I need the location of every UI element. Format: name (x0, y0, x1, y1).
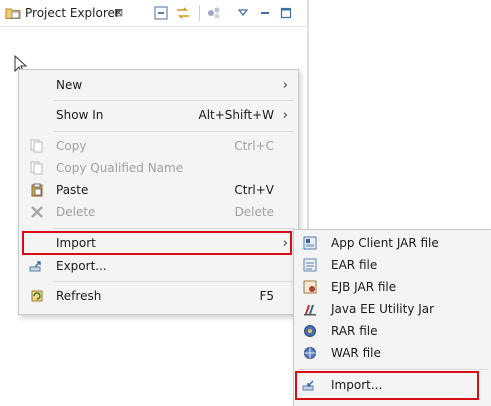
maximize-icon[interactable] (277, 4, 295, 22)
menu-item-label: EAR file (331, 258, 378, 272)
menu-item-export[interactable]: Export... (19, 255, 298, 277)
delete-icon (29, 204, 45, 220)
menu-item-label: Java EE Utility Jar (331, 302, 435, 316)
menu-item-copy-qualified-name[interactable]: Copy Qualified Name (19, 157, 298, 179)
menu-item-shortcut: Delete (234, 205, 274, 219)
import-highlight-box (22, 231, 292, 255)
submenu-item-java-ee-utility-jar[interactable]: Java EE Utility Jar (294, 298, 491, 320)
rar-file-icon (302, 323, 318, 339)
menu-item-label: New (56, 78, 83, 92)
menu-item-label: Refresh (56, 289, 102, 303)
menu-separator (53, 100, 294, 101)
menu-item-label: Export... (56, 259, 107, 273)
link-with-editor-icon[interactable] (174, 4, 192, 22)
tab-label: Project Explorer (25, 6, 120, 20)
folder-icon (5, 5, 21, 21)
minimize-icon[interactable] (256, 4, 274, 22)
submenu-item-war-file[interactable]: WAR file (294, 342, 491, 364)
menu-item-shortcut: Ctrl+C (234, 139, 274, 153)
war-file-icon (302, 345, 318, 361)
menu-separator (53, 281, 294, 282)
submenu-item-ear-file[interactable]: EAR file (294, 254, 491, 276)
menu-item-shortcut: Ctrl+V (234, 183, 274, 197)
menu-separator (53, 228, 294, 229)
import-wizard-highlight-box (295, 371, 479, 400)
collapse-all-icon[interactable] (152, 4, 170, 22)
context-menu: New › Show In Alt+Shift+W › Copy Ctrl+C … (18, 69, 299, 315)
menu-separator (53, 131, 294, 132)
chevron-right-icon: › (282, 77, 288, 93)
copy-qualified-icon (29, 160, 45, 176)
menu-item-label: WAR file (331, 346, 381, 360)
menu-item-delete[interactable]: Delete Delete (19, 201, 298, 223)
copy-icon (29, 138, 45, 154)
app-client-jar-icon (302, 235, 318, 251)
menu-item-label: Copy Qualified Name (56, 161, 184, 175)
menu-item-label: Paste (56, 183, 89, 197)
menu-item-label: Copy (56, 139, 87, 153)
paste-icon (29, 182, 45, 198)
menu-item-refresh[interactable]: Refresh F5 (19, 285, 298, 307)
menu-item-show-in[interactable]: Show In Alt+Shift+W › (19, 104, 298, 126)
view-tab-bar: Project Explorer ⊠ (0, 0, 307, 27)
ejb-jar-icon (302, 279, 318, 295)
submenu-item-ejb-jar-file[interactable]: EJB JAR file (294, 276, 491, 298)
filter-icon[interactable] (205, 4, 223, 22)
view-menu-icon[interactable] (234, 4, 252, 22)
menu-item-label: Delete (56, 205, 96, 219)
submenu-item-app-client-jar[interactable]: App Client JAR file (294, 232, 491, 254)
ear-file-icon (302, 257, 318, 273)
menu-separator (298, 369, 488, 370)
chevron-right-icon: › (282, 107, 288, 123)
menu-item-copy[interactable]: Copy Ctrl+C (19, 135, 298, 157)
close-icon[interactable]: ⊠ (114, 6, 123, 19)
menu-item-new[interactable]: New › (19, 74, 298, 96)
menu-item-shortcut: F5 (259, 289, 274, 303)
menu-item-paste[interactable]: Paste Ctrl+V (19, 179, 298, 201)
menu-item-label: RAR file (331, 324, 378, 338)
utility-jar-icon (302, 301, 318, 317)
menu-item-label: EJB JAR file (331, 280, 397, 294)
toolbar-separator (199, 5, 200, 21)
refresh-icon (29, 288, 45, 304)
menu-item-label: Show In (56, 108, 104, 122)
export-icon (29, 258, 45, 274)
menu-item-label: App Client JAR file (331, 236, 439, 250)
menu-item-shortcut: Alt+Shift+W (198, 108, 275, 122)
submenu-item-rar-file[interactable]: RAR file (294, 320, 491, 342)
